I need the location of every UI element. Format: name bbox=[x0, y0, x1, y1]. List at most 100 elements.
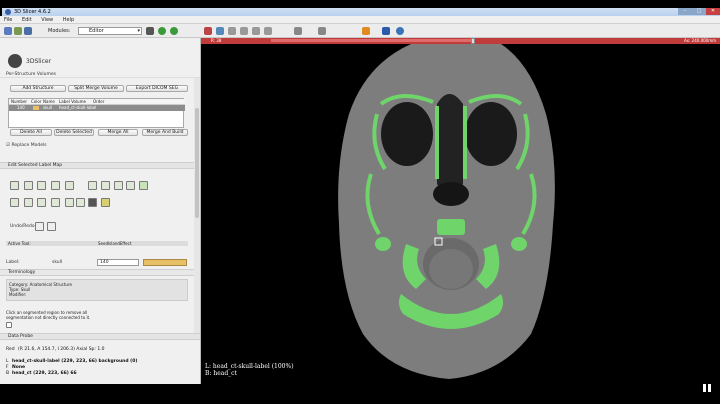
data-icon[interactable] bbox=[4, 27, 12, 35]
module-selected-value: Editor bbox=[89, 28, 104, 34]
paint-icon[interactable] bbox=[37, 181, 46, 190]
app-name: 3DSlicer bbox=[26, 58, 52, 65]
merge-all-button[interactable]: Merge All bbox=[98, 129, 138, 136]
merge-and-build-button[interactable]: Merge And Build bbox=[142, 129, 188, 136]
table-row[interactable]: 140 skull head_ct-skull-label bbox=[9, 105, 185, 111]
threshold-icon[interactable] bbox=[51, 198, 60, 207]
help-icon[interactable] bbox=[6, 322, 12, 328]
slicer-logo-icon bbox=[5, 9, 11, 15]
menu-file[interactable]: File bbox=[0, 16, 16, 24]
growcut-icon[interactable] bbox=[37, 198, 46, 207]
wand-icon[interactable] bbox=[88, 198, 97, 207]
tool-hint: Click an segmented region to remove all … bbox=[6, 310, 90, 320]
extension-icon[interactable] bbox=[382, 27, 390, 35]
fourup-view-icon[interactable] bbox=[240, 27, 248, 35]
conventional-view-icon[interactable] bbox=[228, 27, 236, 35]
layout-icon[interactable] bbox=[204, 27, 212, 35]
per-structure-title: Per-Structure Volumes bbox=[6, 72, 56, 77]
fast-marching-icon[interactable] bbox=[76, 198, 85, 207]
default-tool-icon[interactable] bbox=[10, 181, 19, 190]
dilate-icon[interactable] bbox=[24, 198, 33, 207]
module-search-icon[interactable] bbox=[146, 27, 154, 35]
slicer-app-icon bbox=[8, 54, 22, 68]
terminology-section[interactable]: Terminology bbox=[0, 269, 196, 276]
terminology-modifier: Modifier: bbox=[9, 292, 27, 297]
menu-bar: File Edit View Help bbox=[0, 16, 720, 24]
draw-icon[interactable] bbox=[51, 181, 60, 190]
remove-islands-icon[interactable] bbox=[126, 181, 135, 190]
edit-section-label: Edit Selected Label Map bbox=[8, 163, 63, 168]
dual-view-icon[interactable] bbox=[252, 27, 260, 35]
probe-row-foreground: F None bbox=[6, 365, 25, 370]
modules-label: Modules: bbox=[48, 28, 71, 34]
overlay-label-layer: L: head_ct-skull-label (100%) bbox=[205, 363, 294, 370]
undo-redo-label: Undo/Redo: bbox=[10, 224, 37, 229]
label-name: skull bbox=[52, 260, 63, 265]
dcm-icon[interactable] bbox=[14, 27, 22, 35]
back-icon[interactable] bbox=[158, 27, 166, 35]
chevron-down-icon: ▾ bbox=[137, 28, 140, 34]
level-tracing-icon[interactable] bbox=[65, 181, 74, 190]
terminology-box: Category: Anatomical Structure Type: Sku… bbox=[6, 279, 188, 301]
replace-models-checkbox[interactable]: ☑ Replace Models bbox=[6, 143, 47, 148]
erode-icon[interactable] bbox=[10, 198, 19, 207]
view-icon[interactable] bbox=[216, 27, 224, 35]
structures-table[interactable]: Number Color Name Label Volume Order 140… bbox=[8, 98, 185, 128]
view-overlay-text: L: head_ct-skull-label (100%) B: head_ct bbox=[205, 363, 294, 377]
export-dicom-seg-button[interactable]: Export DICOM SEG bbox=[126, 85, 188, 92]
window-title-bar: 3D Slicer 4.6.2 – □ ✕ bbox=[2, 8, 720, 16]
menu-edit[interactable]: Edit bbox=[18, 16, 36, 24]
probe-label: L bbox=[6, 359, 9, 364]
panel-scrollbar[interactable] bbox=[194, 78, 200, 372]
scroll-thumb[interactable] bbox=[195, 108, 199, 218]
window-title: 3D Slicer 4.6.2 bbox=[14, 9, 51, 15]
redo-icon[interactable] bbox=[47, 222, 56, 231]
maximize-button[interactable]: □ bbox=[692, 8, 706, 15]
terminology-text: Category: Anatomical Structure Type: Sku… bbox=[9, 282, 72, 297]
label-opacity-icon[interactable] bbox=[101, 198, 110, 207]
forward-icon[interactable] bbox=[170, 27, 178, 35]
label-color-button[interactable] bbox=[143, 259, 187, 266]
probe-value: (R 21.6, A 154.7, I 206.3) Axial Sp: 1.0 bbox=[18, 347, 105, 352]
minimize-button[interactable]: – bbox=[678, 8, 692, 15]
slice-offset-slider[interactable] bbox=[271, 39, 471, 42]
probe-label: Red bbox=[6, 347, 15, 352]
slice-position-value: Ax: 240.000mm bbox=[683, 38, 716, 43]
hint-line-2: segmentation not directly connected to i… bbox=[6, 315, 91, 320]
label-value-field[interactable]: 140 bbox=[97, 259, 139, 266]
edit-selected-label-map-section[interactable]: Edit Selected Label Map bbox=[0, 162, 196, 169]
pause-icon[interactable] bbox=[702, 383, 712, 393]
data-probe-title: Data Probe bbox=[8, 334, 33, 339]
pin-icon[interactable] bbox=[318, 27, 326, 35]
module-panel: 3DSlicer Per-Structure Volumes Add Struc… bbox=[0, 38, 201, 404]
probe-row-background: B head_ct (229, 223, 66) 66 bbox=[6, 371, 77, 376]
rectangle-icon[interactable] bbox=[88, 181, 97, 190]
menu-help[interactable]: Help bbox=[59, 16, 78, 24]
delete-selected-button[interactable]: Delete Selected bbox=[54, 129, 94, 136]
red-slice-view[interactable] bbox=[201, 44, 720, 384]
save-island-icon[interactable] bbox=[139, 181, 148, 190]
probe-value: head_ct-skull-label (229, 223, 66) backg… bbox=[12, 359, 138, 364]
triple-view-icon[interactable] bbox=[264, 27, 272, 35]
probe-label: F bbox=[6, 365, 9, 370]
data-probe-header[interactable]: Data Probe bbox=[0, 333, 200, 340]
change-island-icon[interactable] bbox=[114, 181, 123, 190]
module-selector[interactable]: Editor ▾ bbox=[78, 27, 142, 35]
row-name: skull bbox=[43, 105, 53, 110]
mouse-icon[interactable] bbox=[294, 27, 302, 35]
probe-value: head_ct (229, 223, 66) 66 bbox=[12, 371, 77, 376]
undo-icon[interactable] bbox=[35, 222, 44, 231]
change-label-icon[interactable] bbox=[24, 181, 33, 190]
close-button[interactable]: ✕ bbox=[706, 8, 720, 15]
menu-view[interactable]: View bbox=[37, 16, 57, 24]
add-structure-button[interactable]: Add Structure bbox=[10, 85, 66, 92]
make-model-icon[interactable] bbox=[65, 198, 74, 207]
delete-all-button[interactable]: Delete All bbox=[10, 129, 52, 136]
save-icon[interactable] bbox=[24, 27, 32, 35]
split-merge-volume-button[interactable]: Split Merge Volume bbox=[68, 85, 124, 92]
identify-islands-icon[interactable] bbox=[101, 181, 110, 190]
slice-offset-label: R: 38 bbox=[211, 38, 222, 43]
python-icon[interactable] bbox=[396, 27, 404, 35]
crosshair-icon[interactable] bbox=[362, 27, 370, 35]
bottom-status-bar bbox=[0, 384, 720, 404]
